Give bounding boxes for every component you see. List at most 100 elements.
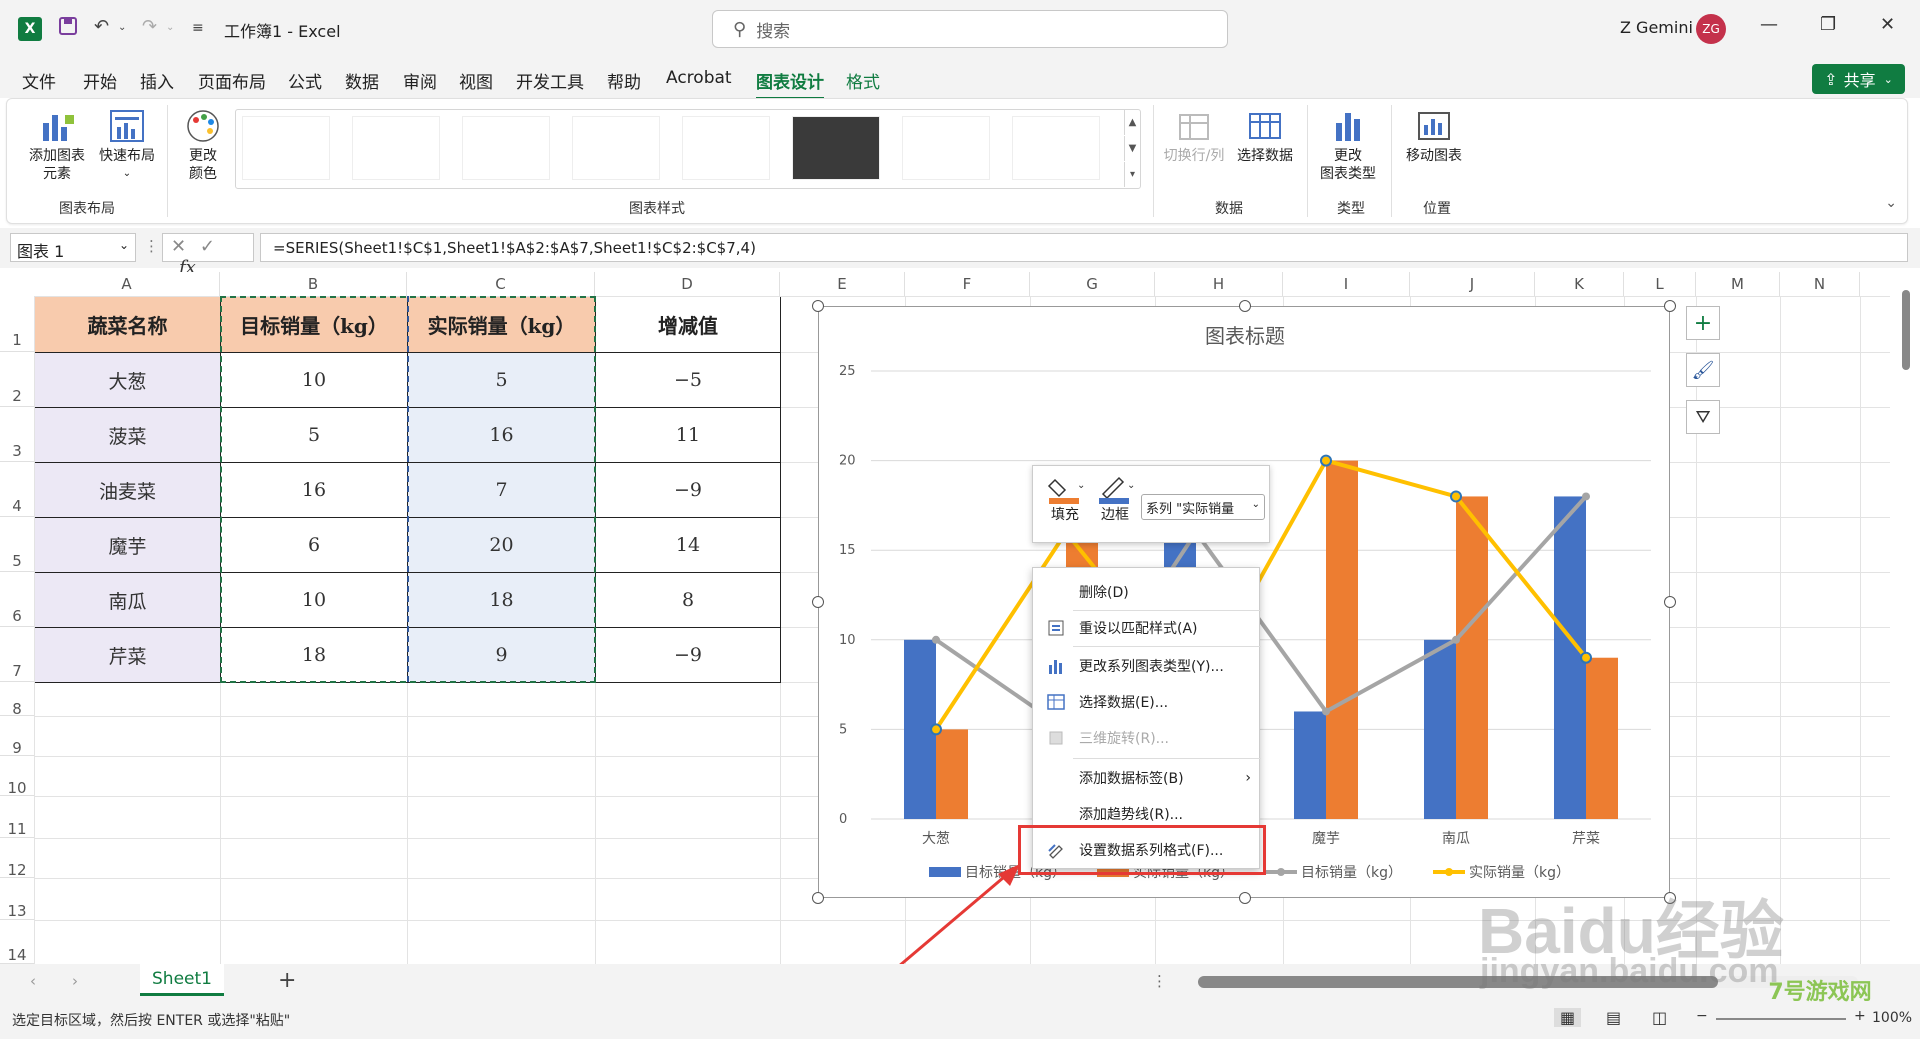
resize-handle[interactable] [1239, 300, 1251, 312]
change-colors-button[interactable]: 更改 颜色 [177, 109, 229, 183]
save-icon[interactable] [58, 16, 78, 41]
row-header[interactable]: 14 [0, 920, 34, 964]
zoom-out-icon[interactable]: − [1696, 1008, 1708, 1024]
quick-layout-button[interactable]: 快速布局 ⌄ [95, 109, 159, 183]
share-button[interactable]: ⇪ 共享 ⌄ [1812, 64, 1905, 94]
user-name[interactable]: Z Gemini [1620, 18, 1693, 37]
select-data-button[interactable]: 选择数据 [1233, 109, 1297, 165]
tab-view[interactable]: 视图 [459, 68, 493, 93]
chart-style-thumbnail[interactable] [792, 116, 880, 180]
tab-formulas[interactable]: 公式 [288, 68, 322, 93]
chart-style-thumbnail[interactable] [352, 116, 440, 180]
column-header[interactable]: M [1696, 272, 1780, 296]
move-chart-button[interactable]: 移动图表 [1399, 109, 1469, 165]
row-header[interactable]: 10 [0, 756, 34, 797]
row-header[interactable]: 3 [0, 407, 34, 462]
row-header[interactable]: 7 [0, 627, 34, 682]
resize-handle[interactable] [1239, 892, 1251, 904]
menu-select-data[interactable]: 选择数据(E)... [1033, 684, 1261, 720]
fill-button[interactable]: ⌄ 填充 [1045, 474, 1085, 524]
resize-handle[interactable] [812, 596, 824, 608]
tab-developer[interactable]: 开发工具 [516, 68, 584, 93]
chart-elements-button[interactable]: + [1686, 306, 1720, 340]
row-header[interactable]: 6 [0, 572, 34, 627]
menu-change-series-chart-type[interactable]: 更改系列图表类型(Y)... [1033, 648, 1261, 684]
tab-review[interactable]: 审阅 [403, 68, 437, 93]
line-point[interactable] [1452, 492, 1460, 501]
row-header[interactable]: 12 [0, 838, 34, 879]
chart-style-thumbnail[interactable] [242, 116, 330, 180]
column-header[interactable]: B [220, 272, 407, 296]
prev-sheet-icon[interactable]: ‹ [30, 972, 36, 990]
restore-icon[interactable]: ❐ [1820, 14, 1836, 35]
table-header-cell[interactable]: 实际销量（kg） [408, 297, 596, 353]
collapse-ribbon-icon[interactable]: ⌄ [1885, 195, 1897, 211]
table-cell[interactable]: 18 [221, 628, 408, 683]
table-cell[interactable]: 芹菜 [35, 628, 221, 683]
column-header[interactable]: E [780, 272, 905, 296]
normal-view-icon[interactable]: ▦ [1554, 1008, 1582, 1027]
series-select[interactable]: 系列 "实际销量 ⌄ [1141, 494, 1265, 520]
line-point[interactable] [1322, 707, 1330, 716]
table-cell[interactable]: 菠菜 [35, 408, 221, 463]
line-point[interactable] [1582, 492, 1590, 501]
tab-insert[interactable]: 插入 [140, 68, 174, 93]
add-sheet-icon[interactable]: + [278, 968, 296, 993]
table-cell[interactable]: 魔芋 [35, 518, 221, 573]
column-header[interactable]: I [1283, 272, 1410, 296]
sheet-tab[interactable]: Sheet1 [140, 964, 224, 996]
table-cell[interactable]: 8 [596, 573, 781, 628]
table-header-cell[interactable]: 增减值 [596, 297, 781, 353]
tab-page-layout[interactable]: 页面布局 [198, 68, 266, 93]
table-cell[interactable]: 16 [221, 463, 408, 518]
table-cell[interactable]: 6 [221, 518, 408, 573]
bar-target[interactable] [1294, 711, 1326, 819]
gallery-up-icon[interactable]: ▲ [1124, 110, 1140, 135]
page-break-view-icon[interactable]: ◫ [1652, 1008, 1667, 1027]
menu-delete[interactable]: 删除(D) [1033, 574, 1261, 610]
gallery-down-icon[interactable]: ▼ [1124, 136, 1140, 161]
chart-style-thumbnail[interactable] [1012, 116, 1100, 180]
table-cell[interactable]: 18 [408, 573, 596, 628]
table-cell[interactable]: 10 [221, 353, 408, 408]
chart-style-thumbnail[interactable] [902, 116, 990, 180]
chart-style-thumbnail[interactable] [682, 116, 770, 180]
menu-reset-style[interactable]: 重设以匹配样式(A) [1033, 610, 1261, 646]
next-sheet-icon[interactable]: › [72, 972, 78, 990]
menu-add-data-labels[interactable]: 添加数据标签(B) › [1033, 760, 1261, 796]
enter-icon[interactable]: ✓ [200, 236, 215, 257]
legend-swatch[interactable] [1277, 868, 1285, 876]
avatar[interactable]: ZG [1696, 14, 1726, 44]
customize-toolbar-icon[interactable]: ≡ [192, 20, 204, 36]
line-point[interactable] [932, 635, 940, 644]
page-layout-view-icon[interactable]: ▤ [1606, 1008, 1621, 1027]
table-cell[interactable]: 油麦菜 [35, 463, 221, 518]
row-header[interactable]: 9 [0, 716, 34, 757]
table-cell[interactable]: 16 [408, 408, 596, 463]
legend-swatch[interactable] [1445, 868, 1453, 876]
line-point[interactable] [1452, 635, 1460, 644]
row-header[interactable]: 8 [0, 682, 34, 718]
line-point[interactable] [1322, 456, 1330, 465]
table-cell[interactable]: 5 [221, 408, 408, 463]
more-options-icon[interactable]: ⋮ [144, 237, 159, 255]
menu-3d-rotation[interactable]: 三维旋转(R)... [1033, 720, 1261, 756]
table-cell[interactable]: −5 [596, 353, 781, 408]
redo-dropdown-icon[interactable]: ⌄ [166, 22, 174, 33]
table-header-cell[interactable]: 蔬菜名称 [35, 297, 221, 353]
column-header[interactable]: C [407, 272, 595, 296]
column-header[interactable]: H [1155, 272, 1283, 296]
row-header[interactable]: 2 [0, 352, 34, 407]
legend-label[interactable]: 目标销量（kg） [1301, 865, 1402, 881]
resize-handle[interactable] [1664, 300, 1676, 312]
line-point[interactable] [1582, 653, 1590, 662]
minimize-icon[interactable]: — [1760, 14, 1778, 35]
chart-style-thumbnail[interactable] [572, 116, 660, 180]
gallery-more-icon[interactable]: ▾ [1124, 162, 1140, 187]
column-header[interactable]: A [34, 272, 220, 296]
tab-chart-design[interactable]: 图表设计 [756, 68, 824, 100]
tab-format[interactable]: 格式 [846, 68, 880, 93]
legend-label[interactable]: 实际销量（kg） [1469, 865, 1570, 881]
bar-actual[interactable] [1326, 460, 1358, 819]
search-box[interactable]: ⚲ 搜索 [712, 10, 1228, 48]
